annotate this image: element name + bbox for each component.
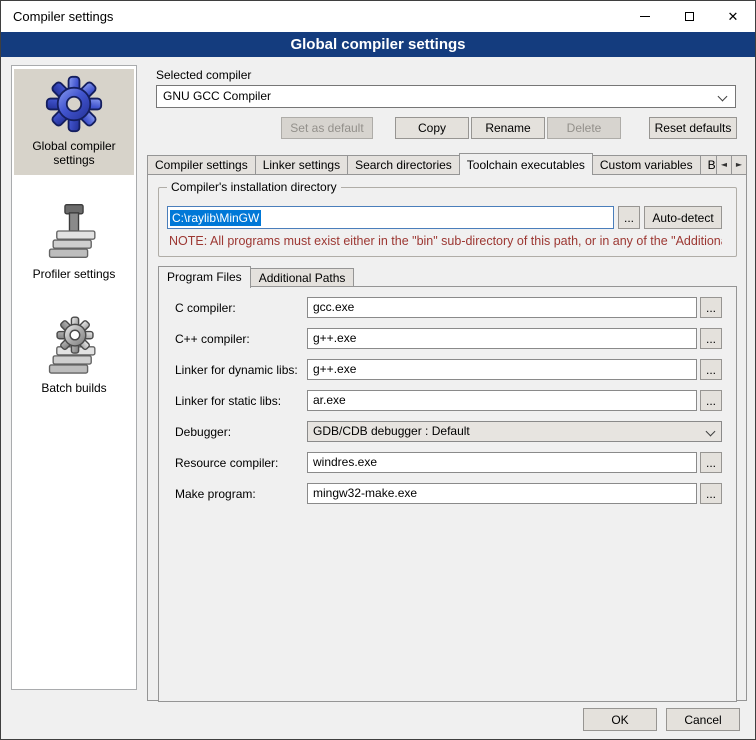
make-program-input[interactable]: mingw32-make.exe [307,483,697,504]
tab-additional-paths[interactable]: Additional Paths [250,268,355,287]
field-label: C++ compiler: [175,332,307,346]
tab-search-directories[interactable]: Search directories [347,155,460,175]
cpp-compiler-input[interactable]: g++.exe [307,328,697,349]
sidebar-item-batch-builds[interactable]: Batch builds [14,309,134,403]
tab-program-files[interactable]: Program Files [158,266,251,288]
delete-button: Delete [547,117,621,139]
tab-toolchain-executables[interactable]: Toolchain executables [459,153,593,175]
browse-button[interactable]: ... [700,390,722,411]
note-text: NOTE: All programs must exist either in … [169,234,722,248]
maximize-icon [685,12,694,21]
field-label: C compiler: [175,301,307,315]
browse-button[interactable]: ... [700,297,722,318]
chevron-down-icon [706,427,716,437]
field-row: C++ compiler: g++.exe ... [175,328,722,349]
toolchain-executables-page: Compiler's installation directory C:\ray… [147,174,747,701]
field-row: Resource compiler: windres.exe ... [175,452,722,473]
chevron-down-icon [718,92,728,102]
program-files-panel: C compiler: gcc.exe ... C++ compiler: g+… [158,286,737,702]
minimize-icon [640,16,650,17]
page-title: Global compiler settings [1,32,755,57]
close-button[interactable]: ✕ [711,1,755,32]
field-value: ar.exe [313,393,346,407]
programs-notebook: Program Files Additional Paths C compile… [158,265,737,702]
tab-bar: Compiler settings Linker settings Search… [147,152,747,175]
field-label: Linker for static libs: [175,394,307,408]
field-value: windres.exe [313,455,377,469]
field-row: C compiler: gcc.exe ... [175,297,722,318]
browse-button[interactable]: ... [700,359,722,380]
window-title: Compiler settings [1,9,623,24]
field-label: Resource compiler: [175,456,307,470]
minimize-button[interactable] [623,1,667,32]
field-value: g++.exe [313,362,356,376]
installation-directory-group: Compiler's installation directory C:\ray… [158,187,737,257]
sidebar-item-label: Profiler settings [16,267,132,281]
selected-compiler-select[interactable]: GNU GCC Compiler [156,85,736,108]
set-as-default-button: Set as default [281,117,373,139]
field-value: g++.exe [313,331,356,345]
maximize-button[interactable] [667,1,711,32]
ok-button[interactable]: OK [583,708,657,731]
installation-directory-input[interactable]: C:\raylib\MinGW [167,206,614,229]
tab-custom-variables[interactable]: Custom variables [592,155,701,175]
sidebar-item-global-compiler-settings[interactable]: Global compiler settings [14,69,134,175]
tab-scroll-left-button[interactable]: ◄ [716,155,732,175]
sidebar-item-profiler-settings[interactable]: Profiler settings [14,195,134,289]
linker-dynamic-input[interactable]: g++.exe [307,359,697,380]
tab-compiler-settings[interactable]: Compiler settings [147,155,256,175]
selected-compiler-value: GNU GCC Compiler [163,89,271,103]
gear-icon [44,75,104,133]
sidebar-item-label: Global compiler settings [16,139,132,167]
auto-detect-button[interactable]: Auto-detect [644,206,722,229]
browse-button[interactable]: ... [700,328,722,349]
resource-compiler-input[interactable]: windres.exe [307,452,697,473]
batch-builds-icon [45,315,103,375]
c-compiler-input[interactable]: gcc.exe [307,297,697,318]
field-row: Make program: mingw32-make.exe ... [175,483,722,504]
copy-button[interactable]: Copy [395,117,469,139]
selected-text: C:\raylib\MinGW [170,210,261,226]
group-title: Compiler's installation directory [167,180,341,194]
field-value: gcc.exe [313,300,354,314]
field-value: GDB/CDB debugger : Default [313,424,470,438]
field-label: Make program: [175,487,307,501]
linker-static-input[interactable]: ar.exe [307,390,697,411]
tab-scroll-right-button[interactable]: ► [731,155,747,175]
browse-button[interactable]: ... [700,452,722,473]
profiler-tool-icon [45,201,103,261]
browse-button[interactable]: ... [700,483,722,504]
field-row: Linker for static libs: ar.exe ... [175,390,722,411]
rename-button[interactable]: Rename [471,117,545,139]
compiler-settings-dialog: Compiler settings ✕ Global compiler sett… [0,0,756,740]
field-value: mingw32-make.exe [313,486,417,500]
sidebar-item-label: Batch builds [16,381,132,395]
browse-directory-button[interactable]: ... [618,206,640,229]
compiler-buttons-row: Set as default Copy Rename Delete Reset … [147,117,747,139]
field-label: Linker for dynamic libs: [175,363,307,377]
close-icon: ✕ [728,10,739,23]
field-label: Debugger: [175,425,307,439]
debugger-select[interactable]: GDB/CDB debugger : Default [307,421,722,442]
selected-compiler-label: Selected compiler [156,68,747,82]
main-panel: Selected compiler GNU GCC Compiler Set a… [147,63,747,701]
field-row: Linker for dynamic libs: g++.exe ... [175,359,722,380]
cancel-button[interactable]: Cancel [666,708,740,731]
reset-defaults-button[interactable]: Reset defaults [649,117,737,139]
tab-linker-settings[interactable]: Linker settings [255,155,348,175]
settings-sidebar: Global compiler settings Profiler settin… [11,65,137,690]
titlebar[interactable]: Compiler settings ✕ [1,1,755,32]
field-row: Debugger: GDB/CDB debugger : Default [175,421,722,442]
